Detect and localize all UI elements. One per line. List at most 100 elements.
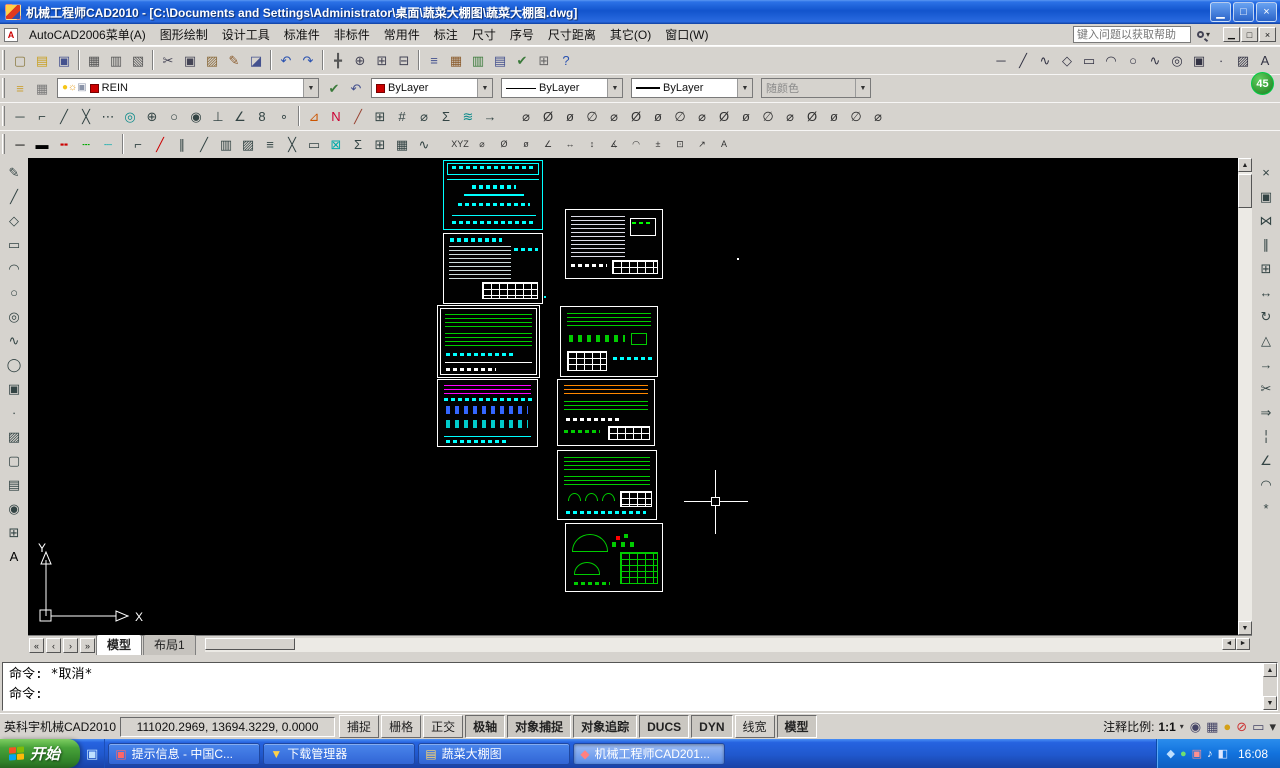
sum-button[interactable]: Σ <box>347 133 369 155</box>
toolbar-grip[interactable] <box>2 106 5 126</box>
command-scroll-up-button[interactable]: ▲ <box>1263 663 1277 677</box>
task-folder-vegetable-greenhouse[interactable]: ▤ 蔬菜大棚图 <box>418 743 570 765</box>
command-scrollbar[interactable]: ▲ ▼ <box>1263 663 1277 710</box>
mech-hash-button[interactable]: # <box>391 105 413 127</box>
color-combo[interactable]: ByLayer ▼ <box>371 78 493 98</box>
drawing-sheet-notes[interactable] <box>443 233 543 304</box>
menu-standard-parts[interactable]: 标准件 <box>277 24 327 45</box>
quickcalc-button[interactable]: ⊞ <box>533 49 555 71</box>
block-fill-button[interactable]: ▦ <box>391 133 413 155</box>
tab-nav-first-button[interactable]: « <box>29 638 44 653</box>
plot-button[interactable]: ▦ <box>83 49 105 71</box>
rect-cross-button[interactable]: ⊠ <box>325 133 347 155</box>
dim-diameter-2-button[interactable]: Ø <box>537 105 559 127</box>
mech-line-button[interactable]: ─ <box>9 105 31 127</box>
designcenter-button[interactable]: ▦ <box>445 49 467 71</box>
dim-diameter-13-button[interactable]: ⌀ <box>779 105 801 127</box>
drawing-sheet-plan-1[interactable] <box>437 305 540 378</box>
dyn-toggle[interactable]: DYN <box>691 715 732 738</box>
dim-diameter-6-button[interactable]: Ø <box>625 105 647 127</box>
hatch-tool[interactable]: ▨ <box>3 425 25 447</box>
rect-outline-button[interactable]: ▭ <box>303 133 325 155</box>
draw-arc-button[interactable]: ◠ <box>1100 49 1122 71</box>
tray-network-icon[interactable]: ◆ <box>1167 747 1175 760</box>
dim-diameter-3-button[interactable]: ø <box>559 105 581 127</box>
text-tool[interactable]: A <box>3 545 25 567</box>
mech-triangle-button[interactable]: ⊿ <box>303 105 325 127</box>
insert-block-button[interactable]: ▣ <box>1188 49 1210 71</box>
erase-tool[interactable]: × <box>1255 161 1277 183</box>
open-file-button[interactable]: ▤ <box>31 49 53 71</box>
drawing-sheet-detail-2[interactable] <box>557 379 655 446</box>
copy-button[interactable]: ▣ <box>179 49 201 71</box>
mech-sum-button[interactable]: Σ <box>435 105 457 127</box>
mech-wave-button[interactable]: ≋ <box>457 105 479 127</box>
slope-red-button[interactable]: ╱ <box>149 133 171 155</box>
layer-combo[interactable]: ●☼▣ REIN ▼ <box>57 78 319 98</box>
dim-diameter-9-button[interactable]: ⌀ <box>691 105 713 127</box>
tab-nav-last-button[interactable]: » <box>80 638 95 653</box>
dim-diameter-7-button[interactable]: ø <box>647 105 669 127</box>
help-search-input[interactable] <box>1073 26 1191 43</box>
delete-cross-button[interactable]: ╳ <box>281 133 303 155</box>
redo-button[interactable]: ↷ <box>297 49 319 71</box>
pan-button[interactable]: ╋ <box>327 49 349 71</box>
line-tool[interactable]: ╱ <box>3 185 25 207</box>
drawing-sheet-cover[interactable] <box>443 160 543 230</box>
plot-preview-button[interactable]: ▥ <box>105 49 127 71</box>
tab-nav-next-button[interactable]: › <box>63 638 78 653</box>
linestyle-bold-button[interactable]: ▬ <box>31 133 53 155</box>
maximize-button[interactable]: □ <box>1233 2 1254 22</box>
circle-tool[interactable]: ○ <box>3 281 25 303</box>
array-tool[interactable]: ⊞ <box>1255 257 1277 279</box>
tray-volume-icon[interactable]: ♪ <box>1207 748 1213 760</box>
layer-combo-arrow[interactable]: ▼ <box>303 79 318 97</box>
layer-states-manager-button[interactable]: ▦ <box>31 77 53 99</box>
dim-diameter-15-button[interactable]: ø <box>823 105 845 127</box>
polar-toggle[interactable]: 极轴 <box>465 715 505 738</box>
scroll-up-button[interactable]: ▲ <box>1238 158 1252 172</box>
dim-tolerance-button[interactable]: ± <box>647 133 669 155</box>
publish-button[interactable]: ▧ <box>127 49 149 71</box>
dim-diameter-a-button[interactable]: ⌀ <box>471 133 493 155</box>
pin-tool[interactable]: ◉ <box>3 497 25 519</box>
sketch-pencil-tool[interactable]: ✎ <box>3 161 25 183</box>
scroll-left-button[interactable]: ◄ <box>1222 638 1236 650</box>
drawing-sheet-spec[interactable] <box>565 209 663 279</box>
point-tool[interactable]: ∙ <box>3 401 25 423</box>
annotation-autoscale-icon[interactable]: ▦ <box>1206 720 1218 733</box>
mirror-tool[interactable]: ⋈ <box>1255 209 1277 231</box>
grid-fill-button[interactable]: ▥ <box>215 133 237 155</box>
coordinates-display[interactable]: 111020.2969, 13694.3229, 0.0000 <box>120 717 335 737</box>
child-minimize-button[interactable]: ▁ <box>1223 27 1240 42</box>
donut-tool[interactable]: ◎ <box>3 305 25 327</box>
hatch-button[interactable]: ▨ <box>1232 49 1254 71</box>
properties-button[interactable]: ≡ <box>423 49 445 71</box>
explode-tool[interactable]: * <box>1255 497 1277 519</box>
draw-polygon-button[interactable]: ◇ <box>1056 49 1078 71</box>
move-tool[interactable]: ↔ <box>1255 281 1277 303</box>
mech-dot-circle-button[interactable]: ◉ <box>185 105 207 127</box>
polygon-tool[interactable]: ◇ <box>3 209 25 231</box>
extend-tool[interactable]: ⇒ <box>1255 401 1277 423</box>
scroll-right-button[interactable]: ► <box>1236 638 1250 650</box>
match-properties-button[interactable]: ✎ <box>223 49 245 71</box>
cut-button[interactable]: ✂ <box>157 49 179 71</box>
toolbar-grip[interactable] <box>2 134 5 154</box>
offset-tool[interactable]: ∥ <box>1255 233 1277 255</box>
help-button[interactable]: ? <box>555 49 577 71</box>
lineweight-combo-arrow[interactable]: ▼ <box>737 79 752 97</box>
toolbar-grip[interactable] <box>2 50 5 70</box>
mech-cross-button[interactable]: ╳ <box>75 105 97 127</box>
task-mech-cad[interactable]: ◆ 机械工程师CAD201... <box>573 743 725 765</box>
menu-other[interactable]: 其它(O) <box>603 24 658 45</box>
grid-tool[interactable]: ⊞ <box>3 521 25 543</box>
drawing-sheet-section[interactable] <box>565 523 663 592</box>
dim-diameter-16-button[interactable]: ∅ <box>845 105 867 127</box>
dim-diameter-11-button[interactable]: ø <box>735 105 757 127</box>
mech-mark-button[interactable]: N <box>325 105 347 127</box>
lineweight-combo[interactable]: ByLayer ▼ <box>631 78 753 98</box>
no-entry-icon[interactable]: ⊘ <box>1236 720 1247 733</box>
mech-arrow-button[interactable]: → <box>479 105 501 127</box>
grid-toggle[interactable]: 栅格 <box>381 715 421 738</box>
